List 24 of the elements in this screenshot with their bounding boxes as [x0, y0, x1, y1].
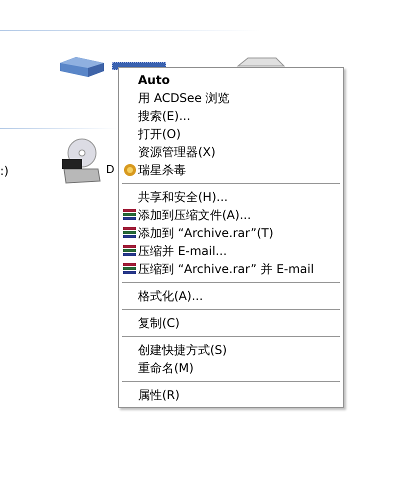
- menu-item[interactable]: 属性(R): [121, 386, 341, 404]
- dvd-drive-icon[interactable]: [60, 137, 102, 185]
- menu-item[interactable]: 添加到 “Archive.rar”(T): [121, 224, 341, 242]
- menu-item[interactable]: 共享和安全(H)...: [121, 188, 341, 206]
- books-icon: [122, 226, 138, 240]
- drive-label: :): [0, 163, 9, 180]
- menu-item[interactable]: 创建快捷方式(S): [121, 341, 341, 359]
- menu-item[interactable]: 重命名(M): [121, 359, 341, 377]
- menu-item[interactable]: 打开(O): [121, 125, 341, 143]
- menu-item[interactable]: 用 ACDSee 浏览: [121, 89, 341, 107]
- menu-item[interactable]: 添加到压缩文件(A)...: [121, 206, 341, 224]
- menu-item[interactable]: 瑞星杀毒: [121, 161, 341, 179]
- menu-item[interactable]: 资源管理器(X): [121, 143, 341, 161]
- books-icon: [122, 244, 138, 258]
- menu-item[interactable]: 压缩到 “Archive.rar” 并 E-mail: [121, 260, 341, 278]
- drive-icon[interactable]: [58, 55, 106, 79]
- drive-label: D: [106, 162, 114, 178]
- menu-item[interactable]: 复制(C): [121, 314, 341, 332]
- books-icon: [122, 208, 138, 222]
- menu-item[interactable]: 格式化(A)...: [121, 287, 341, 305]
- menu-item[interactable]: 搜索(E)...: [121, 107, 341, 125]
- menu-item[interactable]: Auto: [121, 71, 341, 89]
- books-icon: [122, 262, 138, 276]
- menu-item[interactable]: 压缩并 E-mail...: [121, 242, 341, 260]
